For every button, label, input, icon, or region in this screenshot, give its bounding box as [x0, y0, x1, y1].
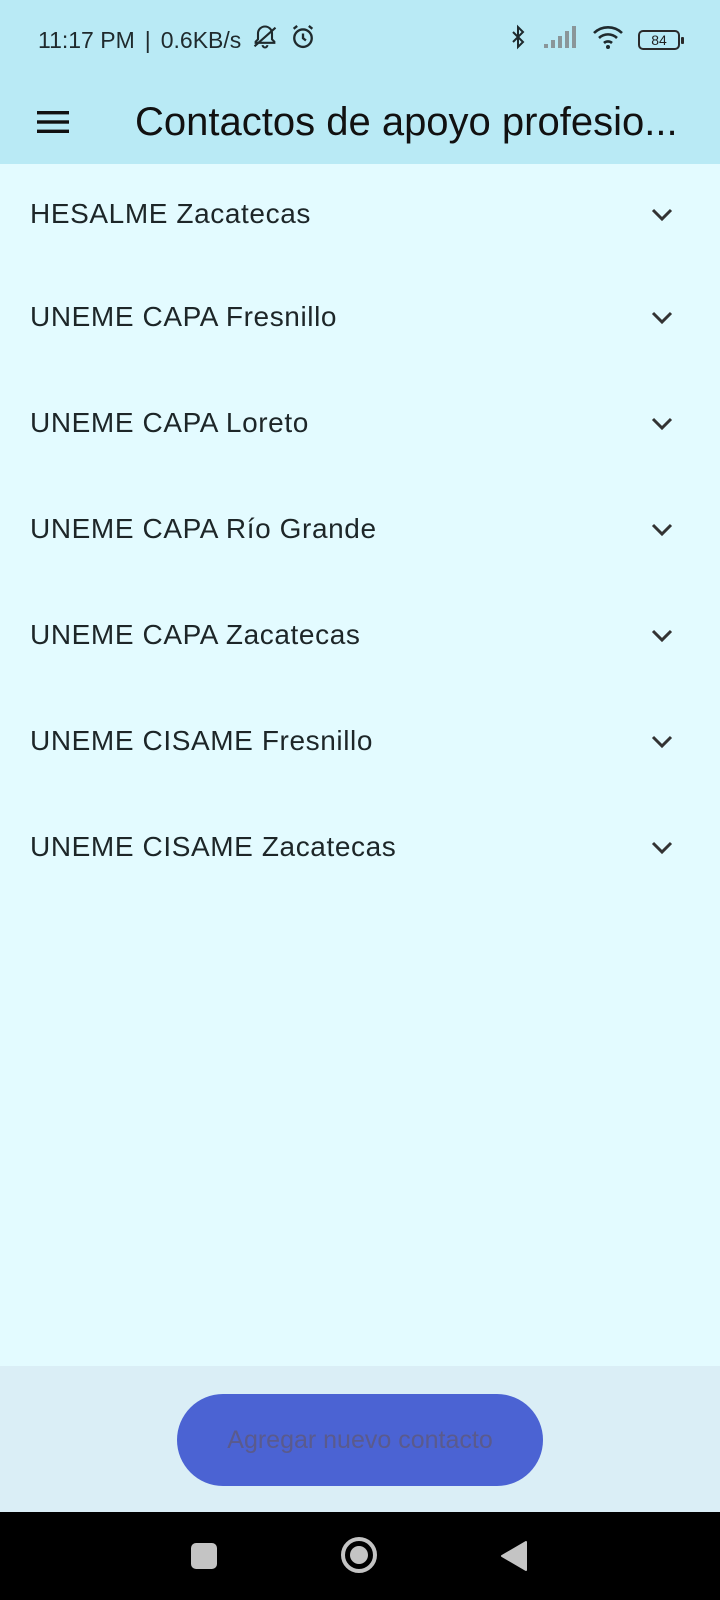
contact-label: UNEME CAPA Zacatecas	[30, 619, 361, 650]
home-button[interactable]	[340, 1536, 378, 1574]
contact-item[interactable]: HESALME Zacatecas	[0, 164, 720, 264]
contact-label: UNEME CISAME Fresnillo	[30, 725, 374, 756]
chevron-down-icon[interactable]	[648, 727, 676, 755]
menu-icon	[37, 111, 69, 133]
contact-label: UNEME CISAME Zacatecas	[30, 831, 397, 862]
signal-icon	[544, 26, 578, 54]
status-separator: |	[144, 26, 151, 53]
silent-bell-icon	[251, 23, 279, 57]
bottom-action-area: Agregar nuevo contacto	[0, 1366, 720, 1512]
chevron-down-icon[interactable]	[648, 833, 676, 861]
recents-icon	[191, 1543, 217, 1569]
chevron-down-icon[interactable]	[648, 303, 676, 331]
recents-button[interactable]	[190, 1542, 218, 1570]
contact-item[interactable]: UNEME CAPA Fresnillo	[0, 264, 720, 370]
chevron-down-icon[interactable]	[648, 409, 676, 437]
contact-item[interactable]: UNEME CAPA Zacatecas	[0, 582, 720, 688]
status-time: 11:17 PM	[38, 26, 135, 53]
contact-label: HESALME Zacatecas	[30, 198, 311, 229]
app-bar: Contactos de apoyo profesio...	[0, 80, 720, 164]
chevron-down-icon[interactable]	[648, 200, 676, 228]
back-button[interactable]	[500, 1540, 528, 1572]
status-bar: 11:17 PM | 0.6KB/s 84	[0, 0, 720, 80]
alarm-icon	[289, 23, 317, 57]
contact-item[interactable]: UNEME CAPA Río Grande	[0, 476, 720, 582]
contact-label: UNEME CAPA Fresnillo	[30, 301, 338, 332]
page-title: Contactos de apoyo profesio...	[135, 99, 678, 144]
home-icon	[341, 1537, 377, 1573]
add-contact-button[interactable]: Agregar nuevo contacto	[177, 1394, 543, 1486]
status-left: 11:17 PM | 0.6KB/s	[38, 23, 317, 57]
contact-label: UNEME CAPA Río Grande	[30, 513, 377, 544]
contact-item[interactable]: UNEME CISAME Zacatecas	[0, 794, 720, 900]
bluetooth-icon	[506, 23, 530, 57]
network-speed: 0.6KB/s	[160, 26, 242, 53]
back-icon	[501, 1541, 527, 1571]
chevron-down-icon[interactable]	[648, 621, 676, 649]
contact-label: UNEME CAPA Loreto	[30, 407, 309, 438]
battery-icon: 84	[638, 30, 684, 50]
menu-button[interactable]	[33, 102, 73, 142]
contacts-list: HESALME Zacatecas UNEME CAPA Fresnillo U…	[0, 164, 720, 900]
wifi-icon	[592, 24, 624, 56]
chevron-down-icon[interactable]	[648, 515, 676, 543]
contact-item[interactable]: UNEME CISAME Fresnillo	[0, 688, 720, 794]
navigation-bar	[0, 1512, 720, 1600]
status-right: 84	[506, 23, 684, 57]
contact-item[interactable]: UNEME CAPA Loreto	[0, 370, 720, 476]
battery-level: 84	[651, 32, 667, 48]
